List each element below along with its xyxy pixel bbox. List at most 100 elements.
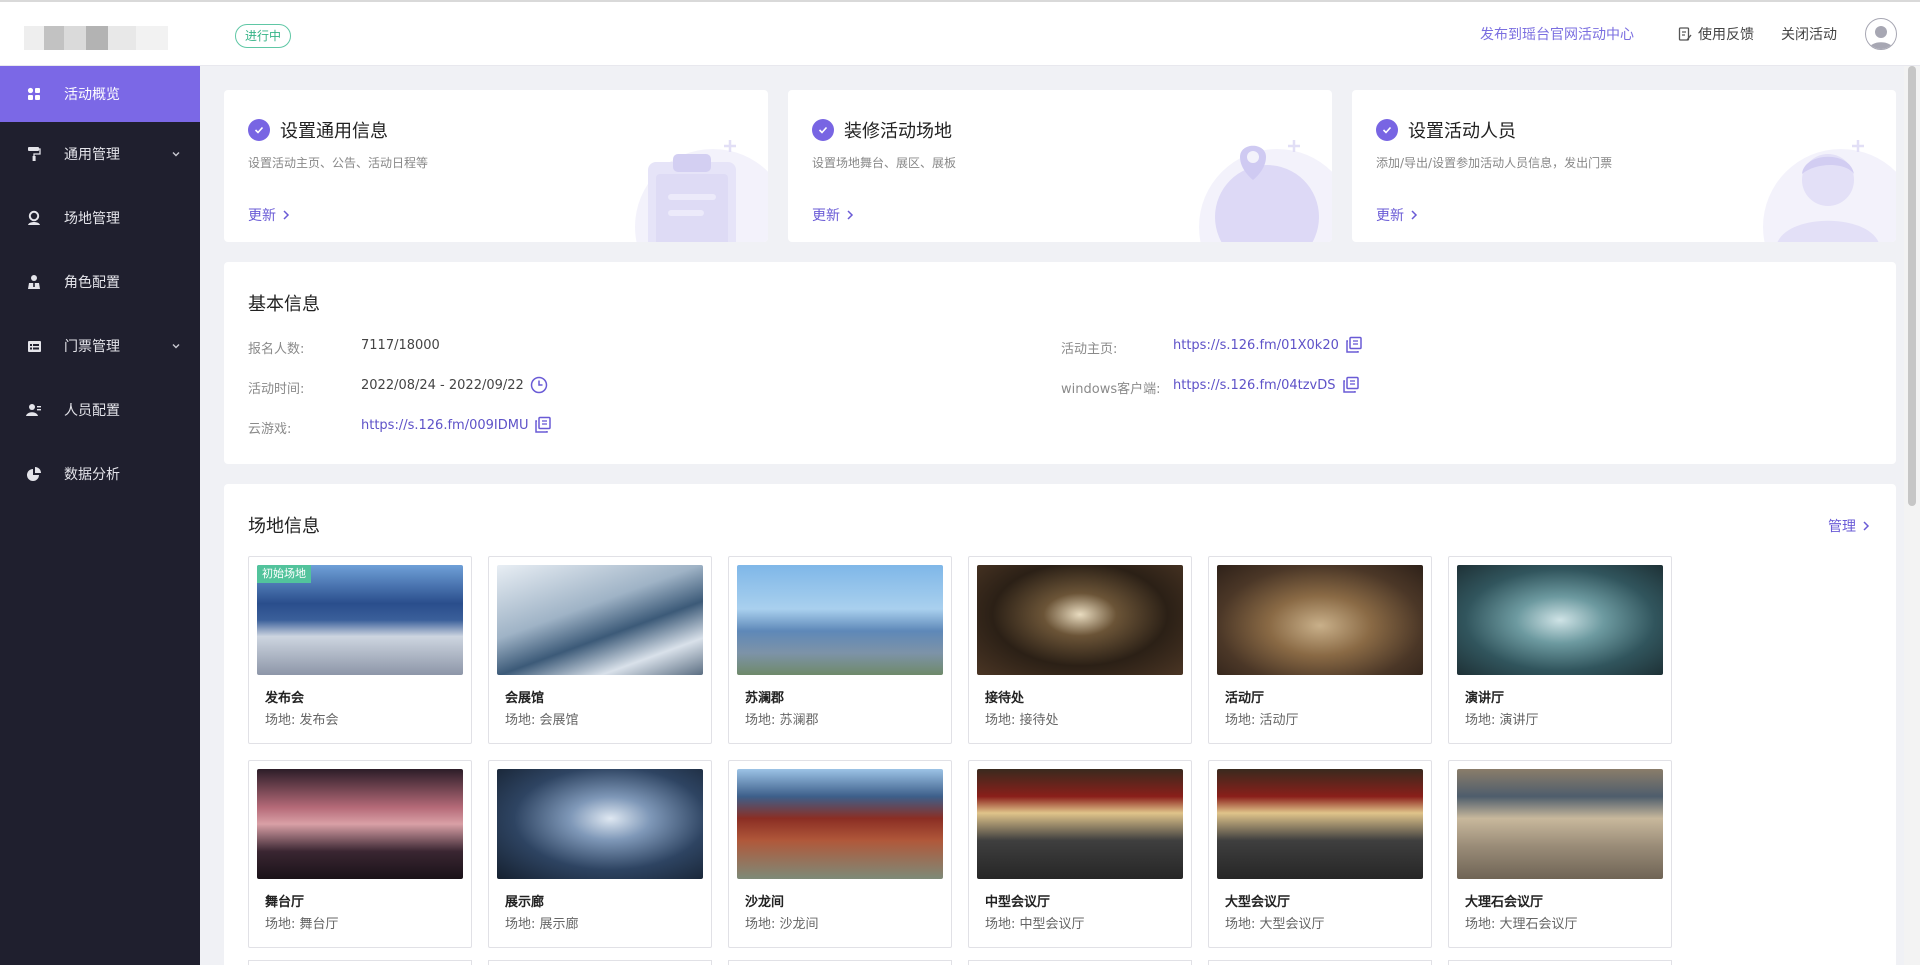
signup-label: 报名人数: bbox=[248, 342, 305, 357]
section-title: 场地信息 bbox=[248, 516, 320, 537]
update-link[interactable]: 更新 bbox=[248, 205, 290, 225]
map-pin-illustration bbox=[1199, 140, 1332, 242]
chevron-right-icon bbox=[847, 210, 854, 220]
sidebar-item-venue[interactable]: 场地管理 bbox=[0, 186, 200, 250]
venue-name: 接待处 bbox=[985, 691, 1025, 706]
scrollbar[interactable] bbox=[1904, 66, 1920, 965]
venue-subtitle: 场地: 演讲厅 bbox=[1465, 713, 1539, 728]
windows-label: windows客户端: bbox=[1061, 382, 1161, 397]
copy-icon[interactable] bbox=[534, 416, 552, 434]
venue-subtitle: 场地: 会展馆 bbox=[505, 713, 579, 728]
home-label: 活动主页: bbox=[1061, 342, 1118, 357]
venue-subtitle: 场地: 活动厅 bbox=[1225, 713, 1299, 728]
venue-thumbnail bbox=[977, 565, 1183, 675]
clock-icon[interactable] bbox=[530, 376, 548, 394]
venue-card[interactable]: 演讲厅 场地: 演讲厅 bbox=[1448, 556, 1672, 744]
home-link[interactable]: https://s.126.fm/01X0k20 bbox=[1173, 336, 1363, 354]
sidebar-item-tickets[interactable]: 门票管理 bbox=[0, 314, 200, 378]
close-activity-button[interactable]: 关闭活动 bbox=[1781, 24, 1837, 44]
step-desc: 添加/导出/设置参加活动人员信息，发出门票 bbox=[1376, 156, 1613, 170]
venue-thumbnail bbox=[1217, 769, 1423, 879]
sidebar-item-overview[interactable]: 活动概览 bbox=[0, 66, 200, 122]
venue-subtitle: 场地: 沙龙间 bbox=[745, 917, 819, 932]
venue-thumbnail bbox=[737, 769, 943, 879]
sidebar-item-label: 场地管理 bbox=[64, 211, 120, 227]
step-card-staff: 设置活动人员 添加/导出/设置参加活动人员信息，发出门票 更新 bbox=[1352, 90, 1896, 242]
venue-subtitle: 场地: 中型会议厅 bbox=[985, 917, 1085, 932]
step-card-venue: 装修活动场地 设置场地舞台、展区、展板 更新 bbox=[788, 90, 1332, 242]
sidebar-item-staff[interactable]: 人员配置 bbox=[0, 378, 200, 442]
venue-subtitle: 场地: 大型会议厅 bbox=[1225, 917, 1325, 932]
sidebar-item-analytics[interactable]: 数据分析 bbox=[0, 442, 200, 506]
copy-icon[interactable] bbox=[1342, 376, 1360, 394]
venue-subtitle: 场地: 发布会 bbox=[265, 713, 339, 728]
venue-card[interactable]: 大型会议厅 场地: 大型会议厅 bbox=[1208, 760, 1432, 948]
time-value: 2022/08/24 - 2022/09/22 bbox=[361, 376, 548, 394]
cloud-game-link[interactable]: https://s.126.fm/009IDMU bbox=[361, 416, 552, 434]
windows-link[interactable]: https://s.126.fm/04tzvDS bbox=[1173, 376, 1360, 394]
manage-link[interactable]: 管理 bbox=[1828, 516, 1870, 536]
chevron-down-icon bbox=[172, 152, 180, 157]
step-desc: 设置活动主页、公告、活动日程等 bbox=[248, 156, 429, 170]
step-card-general: 设置通用信息 设置活动主页、公告、活动日程等 更新 bbox=[224, 90, 768, 242]
venue-card[interactable]: 苏澜郡 场地: 苏澜郡 bbox=[728, 556, 952, 744]
main-content: 设置通用信息 设置活动主页、公告、活动日程等 更新 装修活动场地 设置场地舞台、… bbox=[200, 66, 1904, 965]
venue-thumbnail bbox=[1457, 769, 1663, 879]
venue-name: 舞台厅 bbox=[265, 895, 305, 910]
copy-icon[interactable] bbox=[1345, 336, 1363, 354]
venue-thumbnail bbox=[1457, 565, 1663, 675]
venue-card[interactable]: 中型会议厅 场地: 中型会议厅 bbox=[968, 760, 1192, 948]
step-desc: 设置场地舞台、展区、展板 bbox=[812, 156, 957, 170]
step-title: 设置通用信息 bbox=[280, 121, 388, 142]
scrollbar-thumb[interactable] bbox=[1908, 66, 1916, 506]
sidebar-item-label: 通用管理 bbox=[64, 147, 120, 163]
venue-thumbnail: 初始场地 bbox=[257, 565, 463, 675]
basic-info-panel: 基本信息 报名人数: 7117/18000 活动时间: 2022/08/24 -… bbox=[224, 262, 1896, 464]
pie-chart-icon bbox=[26, 466, 42, 482]
sidebar-item-label: 活动概览 bbox=[64, 87, 120, 103]
venue-thumbnail bbox=[257, 769, 463, 879]
initial-venue-badge: 初始场地 bbox=[257, 565, 311, 583]
check-icon bbox=[1376, 119, 1398, 141]
check-icon bbox=[248, 119, 270, 141]
venue-card[interactable]: 活动厅 场地: 活动厅 bbox=[1208, 556, 1432, 744]
venue-name: 沙龙间 bbox=[745, 895, 785, 910]
venue-name: 展示廊 bbox=[505, 895, 545, 910]
sidebar-item-general[interactable]: 通用管理 bbox=[0, 122, 200, 186]
venue-name: 发布会 bbox=[265, 691, 305, 706]
sidebar-item-roles[interactable]: 角色配置 bbox=[0, 250, 200, 314]
update-link[interactable]: 更新 bbox=[1376, 205, 1418, 225]
venue-thumbnail bbox=[497, 565, 703, 675]
chevron-right-icon bbox=[283, 210, 290, 220]
chevron-right-icon bbox=[1863, 521, 1870, 531]
venue-subtitle: 场地: 苏澜郡 bbox=[745, 713, 819, 728]
step-title: 装修活动场地 bbox=[844, 121, 952, 142]
venue-name: 会展馆 bbox=[505, 691, 545, 706]
sidebar-item-label: 数据分析 bbox=[64, 467, 120, 483]
venue-card[interactable]: 沙龙间 场地: 沙龙间 bbox=[728, 760, 952, 948]
venue-thumbnail bbox=[1217, 565, 1423, 675]
sidebar-item-label: 角色配置 bbox=[64, 275, 120, 291]
venue-card[interactable]: 接待处 场地: 接待处 bbox=[968, 556, 1192, 744]
venue-card[interactable]: 舞台厅 场地: 舞台厅 bbox=[248, 760, 472, 948]
logo[interactable] bbox=[24, 26, 168, 50]
venue-name: 大理石会议厅 bbox=[1465, 895, 1544, 910]
sidebar-item-label: 人员配置 bbox=[64, 403, 120, 419]
venue-name: 中型会议厅 bbox=[985, 895, 1051, 910]
feedback-label: 使用反馈 bbox=[1698, 27, 1754, 43]
venue-thumbnail bbox=[977, 769, 1183, 879]
publish-link[interactable]: 发布到瑶台官网活动中心 bbox=[1480, 24, 1634, 44]
signup-value: 7117/18000 bbox=[361, 338, 440, 353]
venue-subtitle: 场地: 展示廊 bbox=[505, 917, 579, 932]
feedback-button[interactable]: 使用反馈 bbox=[1678, 24, 1754, 44]
venue-card[interactable]: 展示廊 场地: 展示廊 bbox=[488, 760, 712, 948]
venue-card[interactable]: 初始场地 发布会 场地: 发布会 bbox=[248, 556, 472, 744]
venue-card[interactable]: 会展馆 场地: 会展馆 bbox=[488, 556, 712, 744]
venue-name: 苏澜郡 bbox=[745, 691, 785, 706]
paint-roller-icon bbox=[26, 146, 42, 162]
venue-card[interactable]: 大理石会议厅 场地: 大理石会议厅 bbox=[1448, 760, 1672, 948]
avatar[interactable] bbox=[1865, 18, 1897, 50]
sidebar-item-label: 门票管理 bbox=[64, 339, 120, 355]
person-illustration bbox=[1763, 140, 1896, 242]
update-link[interactable]: 更新 bbox=[812, 205, 854, 225]
